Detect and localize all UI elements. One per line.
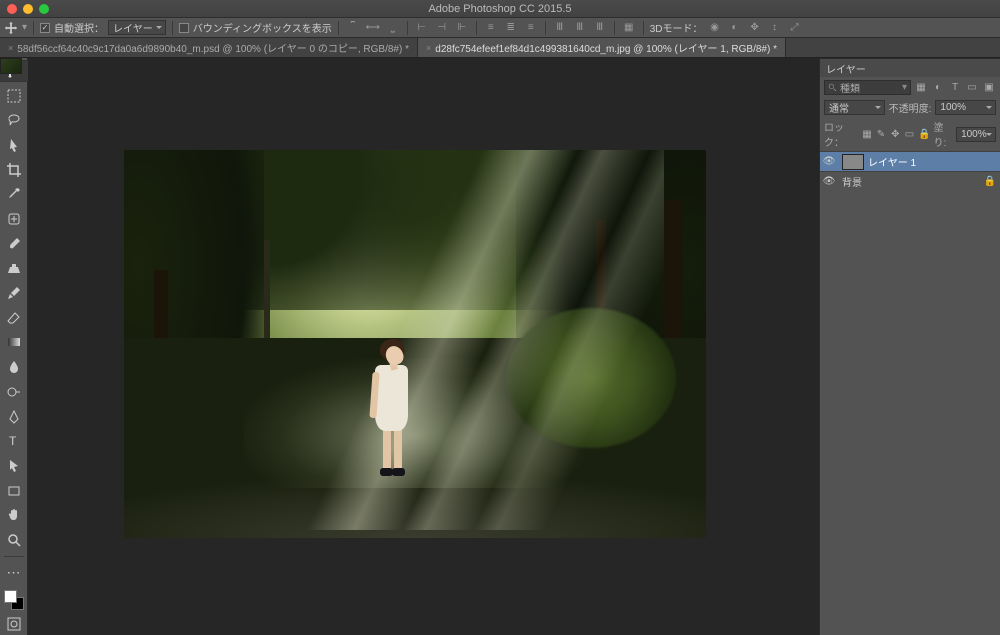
orbit-3d-icon[interactable]: ◉ — [707, 20, 723, 36]
lock-pixels-icon[interactable]: ✎ — [876, 128, 887, 141]
close-tab-icon[interactable]: × — [426, 43, 431, 53]
distribute-left-icon[interactable]: Ⅲ — [552, 20, 568, 36]
roll-3d-icon[interactable]: ◐ — [727, 20, 743, 36]
pan-3d-icon[interactable]: ✥ — [747, 20, 763, 36]
lock-artboard-icon[interactable]: ▭ — [904, 128, 915, 141]
tab-label: d28fc754efeef1ef84d1c499381640cd_m.jpg @… — [435, 40, 777, 55]
brush-tool[interactable] — [3, 233, 25, 255]
distribute-vcenter-icon[interactable]: ≣ — [503, 20, 519, 36]
search-icon — [828, 83, 837, 92]
right-panels: レイヤー 種類 ▾ ▦ ◐ T ▭ ▣ 通常 不透明度: 100% ロック： — [820, 58, 1000, 635]
close-window-button[interactable] — [7, 4, 17, 14]
auto-select-label: 自動選択： — [54, 20, 104, 35]
clone-stamp-tool[interactable] — [3, 258, 25, 280]
path-select-tool[interactable] — [3, 455, 25, 477]
gradient-tool[interactable] — [3, 332, 25, 354]
healing-brush-tool[interactable] — [3, 208, 25, 230]
align-vcenter-icon[interactable]: ⟷ — [365, 20, 381, 36]
layer-thumbnail[interactable] — [0, 58, 22, 74]
layer-filter-dropdown[interactable]: 種類 ▾ — [824, 80, 911, 95]
align-hcenter-icon[interactable]: ⊣ — [434, 20, 450, 36]
fill-dropdown[interactable]: 100% — [956, 127, 996, 142]
distribute-right-icon[interactable]: Ⅲ — [592, 20, 608, 36]
eyedropper-tool[interactable] — [3, 183, 25, 205]
auto-select-checkbox[interactable] — [40, 23, 50, 33]
document-tab[interactable]: × d28fc754efeef1ef84d1c499381640cd_m.jpg… — [418, 38, 786, 57]
layers-panel: レイヤー 種類 ▾ ▦ ◐ T ▭ ▣ 通常 不透明度: 100% ロック： — [820, 58, 1000, 191]
visibility-toggle-icon[interactable]: 👁 — [820, 156, 838, 167]
history-brush-tool[interactable] — [3, 282, 25, 304]
pen-tool[interactable] — [3, 406, 25, 428]
blur-tool[interactable] — [3, 356, 25, 378]
close-tab-icon[interactable]: × — [8, 43, 13, 53]
layer-name[interactable]: レイヤー 1 — [868, 154, 916, 169]
filter-shape-icon[interactable]: ▭ — [965, 81, 979, 95]
color-swatches[interactable] — [4, 590, 24, 610]
layer-thumbnail[interactable] — [842, 154, 864, 170]
quick-select-tool[interactable] — [3, 134, 25, 156]
scale-3d-icon[interactable]: ⤢ — [787, 20, 803, 36]
composited-figure — [368, 322, 414, 476]
lock-all-icon[interactable]: 🔒 — [918, 128, 930, 141]
svg-text:T: T — [9, 434, 17, 448]
lock-position-icon[interactable]: ✥ — [890, 128, 901, 141]
filter-type-icon[interactable]: T — [948, 81, 962, 95]
auto-align-icon[interactable]: ▦ — [621, 20, 637, 36]
filter-smart-icon[interactable]: ▣ — [982, 81, 996, 95]
align-bottom-icon[interactable]: ⎵ — [385, 20, 401, 36]
quick-mask-toggle[interactable] — [3, 613, 25, 635]
edit-toolbar-button[interactable]: ⋯ — [3, 562, 25, 584]
lock-label: ロック： — [824, 119, 858, 149]
hand-tool[interactable] — [3, 504, 25, 526]
title-bar: Adobe Photoshop CC 2015.5 — [0, 0, 1000, 18]
distribute-bottom-icon[interactable]: ≡ — [523, 20, 539, 36]
distribute-hcenter-icon[interactable]: Ⅲ — [572, 20, 588, 36]
document-tabs: × 58df56ccf64c40c9c17da0a6d9890b40_m.psd… — [0, 38, 1000, 58]
opacity-label: 不透明度: — [889, 100, 932, 115]
dodge-tool[interactable] — [3, 381, 25, 403]
options-bar: ▾ 自動選択： レイヤー バウンディングボックスを表示 ⎴ ⟷ ⎵ ⊢ ⊣ ⊩ … — [0, 18, 1000, 38]
align-top-icon[interactable]: ⎴ — [345, 20, 361, 36]
slide-3d-icon[interactable]: ↕ — [767, 20, 783, 36]
layer-row[interactable]: 👁 レイヤー 1 — [820, 151, 1000, 171]
align-right-icon[interactable]: ⊩ — [454, 20, 470, 36]
minimize-window-button[interactable] — [23, 4, 33, 14]
lock-transparency-icon[interactable]: ▦ — [861, 128, 872, 141]
layers-panel-tab[interactable]: レイヤー — [820, 59, 1000, 77]
filter-pixel-icon[interactable]: ▦ — [914, 81, 928, 95]
tab-label: 58df56ccf64c40c9c17da0a6d9890b40_m.psd @… — [17, 40, 409, 55]
marquee-tool[interactable] — [3, 85, 25, 107]
distribute-top-icon[interactable]: ≡ — [483, 20, 499, 36]
foreground-color-swatch[interactable] — [4, 590, 17, 603]
filter-adjust-icon[interactable]: ◐ — [931, 81, 945, 95]
align-left-icon[interactable]: ⊢ — [414, 20, 430, 36]
lasso-tool[interactable] — [3, 109, 25, 131]
app-title: Adobe Photoshop CC 2015.5 — [0, 3, 1000, 15]
layer-row[interactable]: 👁 背景 🔒 — [820, 171, 1000, 191]
type-tool[interactable]: T — [3, 430, 25, 452]
layer-name[interactable]: 背景 — [842, 174, 862, 189]
eraser-tool[interactable] — [3, 307, 25, 329]
auto-select-target-dropdown[interactable]: レイヤー — [108, 20, 166, 35]
canvas-area[interactable] — [28, 58, 820, 635]
canvas-image — [124, 150, 706, 538]
blend-mode-dropdown[interactable]: 通常 — [824, 100, 885, 115]
layer-filter-label: 種類 — [840, 80, 860, 95]
document-tab[interactable]: × 58df56ccf64c40c9c17da0a6d9890b40_m.psd… — [0, 38, 418, 57]
document-canvas[interactable] — [124, 150, 706, 538]
visibility-toggle-icon[interactable]: 👁 — [820, 176, 838, 187]
lock-icon: 🔒 — [984, 176, 996, 187]
show-bbox-label: バウンディングボックスを表示 — [193, 20, 332, 35]
tools-panel: T ⋯ — [0, 58, 28, 635]
zoom-window-button[interactable] — [39, 4, 49, 14]
opacity-dropdown[interactable]: 100% — [935, 100, 996, 115]
show-transform-checkbox[interactable] — [179, 23, 189, 33]
fill-label: 塗り: — [934, 119, 954, 149]
crop-tool[interactable] — [3, 159, 25, 181]
move-tool-icon — [4, 21, 18, 35]
zoom-tool[interactable] — [3, 529, 25, 551]
mode-3d-label: 3Dモード： — [650, 20, 703, 35]
rectangle-tool[interactable] — [3, 480, 25, 502]
